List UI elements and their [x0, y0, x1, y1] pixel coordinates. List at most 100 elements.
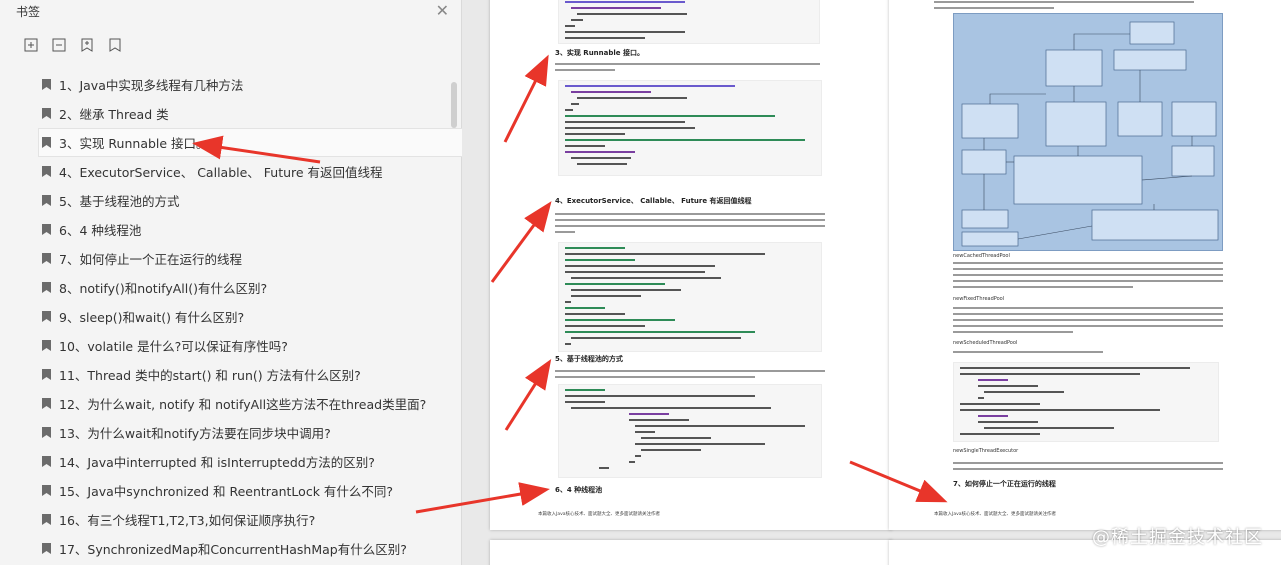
bookmark-flag-icon	[42, 79, 51, 90]
bookmark-item[interactable]: 12、为什么wait, notify 和 notifyAll这些方法不在thre…	[0, 389, 449, 418]
pdf-page-next-left	[490, 540, 892, 565]
text-line	[555, 69, 615, 71]
text-line	[934, 1, 1194, 3]
bookmark-item[interactable]: 3、实现 Runnable 接口。	[38, 128, 473, 157]
heading: newSingleThreadExecutor	[953, 448, 1019, 454]
text-line	[953, 331, 1073, 333]
text-line	[953, 351, 1103, 353]
bookmark-label: 1、Java中实现多线程有几种方法	[59, 78, 244, 93]
text-line	[555, 370, 825, 372]
bookmark-item[interactable]: 11、Thread 类中的start() 和 run() 方法有什么区别?	[0, 360, 449, 389]
expand-all-icon[interactable]	[22, 36, 40, 54]
bookmark-flag-icon	[42, 369, 51, 380]
section-heading: 5、基于线程池的方式	[555, 355, 623, 363]
bookmark-label: 9、sleep()和wait() 有什么区别?	[59, 310, 245, 325]
bookmark-item[interactable]: 6、4 种线程池	[0, 215, 449, 244]
bookmark-flag-icon	[42, 485, 51, 496]
text-line	[953, 274, 1223, 276]
bookmark-flag-icon	[42, 427, 51, 438]
bookmark-label: 4、ExecutorService、 Callable、 Future 有返回值…	[59, 165, 383, 180]
bookmark-flag-icon	[42, 195, 51, 206]
panel-title: 书签	[16, 4, 41, 19]
heading: newCachedThreadPool	[953, 253, 1010, 259]
bookmark-item[interactable]: 7、如何停止一个正在运行的线程	[0, 244, 449, 273]
watermark-text: @稀土掘金技术社区	[1092, 527, 1263, 548]
bookmark-label: 7、如何停止一个正在运行的线程	[59, 252, 242, 267]
bookmark-item[interactable]: 4、ExecutorService、 Callable、 Future 有返回值…	[0, 157, 449, 186]
bookmark-label: 8、notify()和notifyAll()有什么区别?	[59, 281, 268, 296]
code-block	[953, 362, 1219, 442]
bookmark-label: 11、Thread 类中的start() 和 run() 方法有什么区别?	[59, 368, 361, 383]
bookmark-flag-icon	[42, 340, 51, 351]
bookmark-flag-icon	[42, 543, 51, 554]
bookmark-item[interactable]: 17、SynchronizedMap和ConcurrentHashMap有什么区…	[0, 534, 449, 563]
heading: newFixedThreadPool	[953, 296, 1005, 302]
close-icon[interactable]: ✕	[436, 3, 449, 19]
bookmark-icon[interactable]	[106, 36, 124, 54]
text-line	[555, 231, 575, 233]
bookmark-item[interactable]: 14、Java中interrupted 和 isInterruptedd方法的区…	[0, 447, 449, 476]
code-block	[558, 0, 820, 44]
heading: newScheduledThreadPool	[953, 340, 1018, 346]
bookmark-flag-icon	[42, 224, 51, 235]
bookmark-flag-icon	[42, 398, 51, 409]
bookmark-flag-icon	[42, 253, 51, 264]
section-heading: 3、实现 Runnable 接口。	[555, 49, 644, 57]
code-block	[558, 384, 822, 478]
text-line	[953, 268, 1223, 270]
bookmark-label: 12、为什么wait, notify 和 notifyAll这些方法不在thre…	[59, 397, 427, 412]
pdf-page-right: newCachedThreadPool newFixedThreadPool n…	[889, 0, 1281, 530]
text-line	[953, 313, 1223, 315]
text-line	[555, 225, 825, 227]
bookmark-flag-icon	[42, 282, 51, 293]
bookmark-label: 14、Java中interrupted 和 isInterruptedd方法的区…	[59, 455, 375, 470]
bookmark-flag-icon	[42, 166, 51, 177]
bookmark-label: 2、继承 Thread 类	[59, 107, 169, 122]
bookmark-item[interactable]: 13、为什么wait和notify方法要在同步块中调用?	[0, 418, 449, 447]
sidebar-scrollbar[interactable]	[451, 82, 457, 128]
text-line	[953, 280, 1223, 282]
text-line	[953, 319, 1223, 321]
bookmark-item[interactable]: 16、有三个线程T1,T2,T3,如何保证顺序执行?	[0, 505, 449, 534]
uml-class-diagram	[953, 13, 1223, 251]
text-line	[953, 325, 1223, 327]
bookmark-label: 17、SynchronizedMap和ConcurrentHashMap有什么区…	[59, 542, 407, 557]
bookmark-item[interactable]: 10、volatile 是什么?可以保证有序性吗?	[0, 331, 449, 360]
bookmark-label: 15、Java中synchronized 和 ReentrantLock 有什么…	[59, 484, 394, 499]
bookmark-label: 6、4 种线程池	[59, 223, 142, 238]
collapse-all-icon[interactable]	[50, 36, 68, 54]
bookmark-item[interactable]: 8、notify()和notifyAll()有什么区别?	[0, 273, 449, 302]
bookmark-label: 13、为什么wait和notify方法要在同步块中调用?	[59, 426, 331, 441]
text-line	[953, 462, 1223, 464]
bookmark-list: 1、Java中实现多线程有几种方法 2、继承 Thread 类 3、实现 Runna…	[0, 70, 473, 563]
bookmarks-panel: 书签 ✕ 1、Java中实现多线程有几种方法 2、继承 Thread 类 3、实现 …	[0, 0, 473, 565]
bookmark-flag-icon	[42, 456, 51, 467]
text-line	[555, 213, 825, 215]
text-line	[934, 7, 1054, 9]
bookmark-flag-icon	[42, 137, 51, 148]
page-footer: 本篇收入Java核心技术、面试题大全、更多面试题请关注作者	[538, 512, 661, 517]
bookmark-item[interactable]: 15、Java中synchronized 和 ReentrantLock 有什么…	[0, 476, 449, 505]
text-line	[953, 307, 1223, 309]
text-line	[555, 376, 755, 378]
bookmark-label: 5、基于线程池的方式	[59, 194, 180, 209]
text-line	[953, 286, 1133, 288]
text-line	[555, 219, 825, 221]
text-line	[555, 63, 820, 65]
bookmark-label: 16、有三个线程T1,T2,T3,如何保证顺序执行?	[59, 513, 316, 528]
document-viewer[interactable]: 3、实现 Runnable 接口。 4、ExecutorService、 Cal…	[462, 0, 1281, 565]
bookmark-item[interactable]: 5、基于线程池的方式	[0, 186, 449, 215]
page-footer: 本篇收入Java核心技术、面试题大全、更多面试题请关注作者	[934, 512, 1057, 517]
add-bookmark-icon[interactable]	[78, 36, 96, 54]
bookmark-flag-icon	[42, 514, 51, 525]
pdf-page-left: 3、实现 Runnable 接口。 4、ExecutorService、 Cal…	[490, 0, 892, 530]
code-block	[558, 242, 822, 352]
text-line	[953, 468, 1223, 470]
bookmark-item[interactable]: 9、sleep()和wait() 有什么区别?	[0, 302, 449, 331]
bookmark-item[interactable]: 1、Java中实现多线程有几种方法	[0, 70, 449, 99]
bookmark-item[interactable]: 2、继承 Thread 类	[0, 99, 449, 128]
code-block	[558, 80, 822, 176]
panel-header: 书签 ✕	[0, 0, 461, 22]
bookmark-label: 3、实现 Runnable 接口。	[59, 136, 209, 151]
bookmark-label: 10、volatile 是什么?可以保证有序性吗?	[59, 339, 288, 354]
